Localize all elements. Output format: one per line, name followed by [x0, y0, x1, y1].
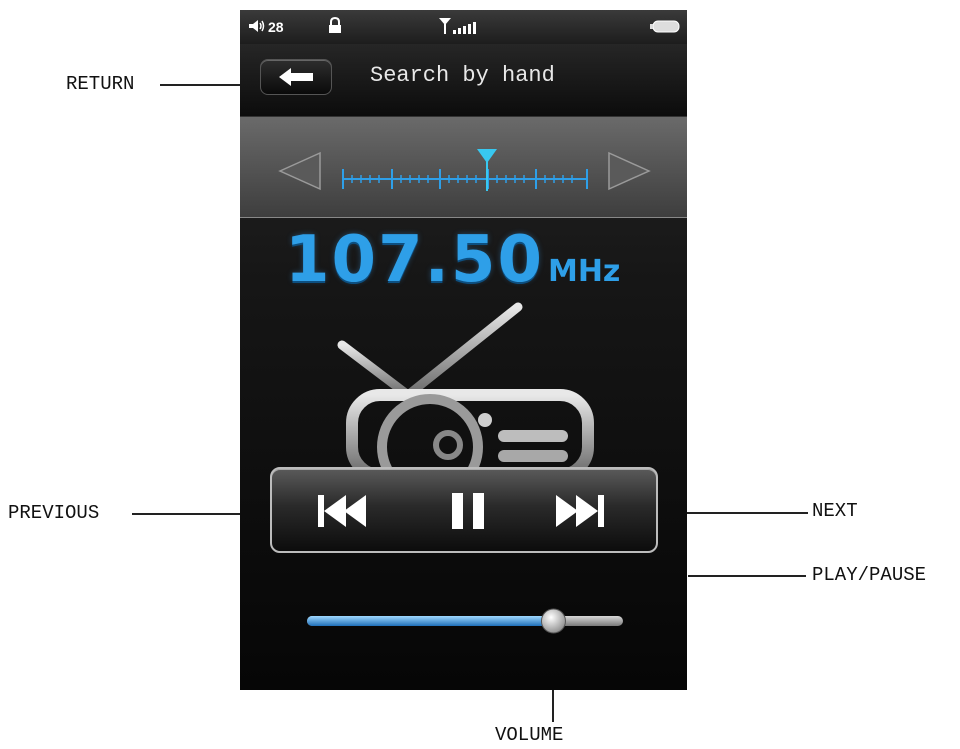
radio-icon — [337, 302, 594, 470]
frequency-value: 107.50 — [285, 223, 544, 297]
next-icon — [556, 495, 604, 527]
callout-next: NEXT — [812, 500, 858, 522]
previous-icon — [318, 495, 366, 527]
phone-screen: 28 Search by hand 107.50 MHz — [240, 10, 687, 690]
previous-button[interactable] — [294, 479, 394, 541]
callout-play-pause: PLAY/PAUSE — [812, 564, 927, 586]
arrow-left-icon — [279, 68, 313, 86]
frequency-unit: MHz — [547, 254, 621, 289]
title-bar: Search by hand — [240, 44, 687, 117]
callout-volume: VOLUME — [495, 724, 564, 746]
callout-previous: PREVIOUS — [8, 502, 100, 524]
callout-return: RETURN — [66, 73, 135, 95]
status-bar: 28 — [240, 10, 687, 44]
callout-return-line — [160, 84, 240, 86]
tune-right-icon[interactable] — [607, 151, 651, 191]
page-title: Search by hand — [370, 63, 555, 88]
play-pause-button[interactable] — [416, 479, 516, 541]
pause-icon — [452, 493, 484, 529]
tuner-strip — [240, 117, 687, 218]
speaker-icon — [249, 20, 265, 32]
return-button[interactable] — [260, 59, 332, 95]
callout-volume-line — [552, 690, 554, 722]
lock-icon — [329, 17, 341, 33]
volume-fill — [307, 616, 554, 626]
tune-left-icon[interactable] — [278, 151, 322, 191]
tuner-marker-icon[interactable] — [477, 149, 497, 163]
tuner-scale[interactable] — [340, 147, 590, 191]
volume-knob[interactable] — [540, 608, 566, 634]
next-button[interactable] — [536, 479, 636, 541]
playback-controls — [270, 467, 658, 553]
battery-icon — [650, 20, 680, 33]
volume-level: 28 — [268, 19, 284, 35]
callout-play-pause-line — [688, 575, 806, 577]
antenna-signal-icon — [439, 18, 476, 34]
volume-slider[interactable] — [305, 608, 625, 634]
frequency-display: 107.50 MHz — [285, 223, 621, 297]
